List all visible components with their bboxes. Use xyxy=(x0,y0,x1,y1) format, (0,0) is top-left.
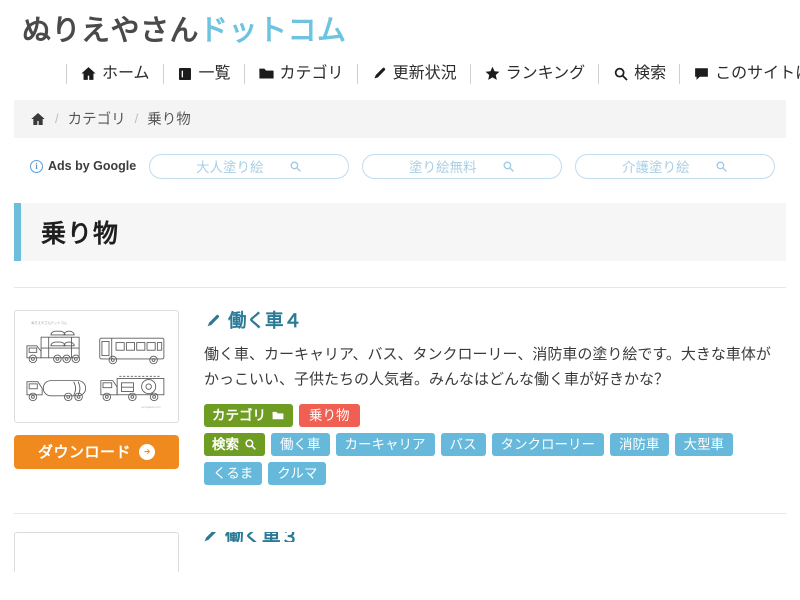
tag-badge[interactable]: 大型車 xyxy=(674,432,733,456)
folder-icon xyxy=(258,65,275,82)
home-icon xyxy=(80,65,97,82)
site-logo-main: ぬりえやさん xyxy=(22,15,200,47)
ad-keyword-text: 大人塗り絵 xyxy=(195,160,264,176)
article-item: ぬりえやさんドットコム nurieyasan.com ダウンロード 働く車４ 働… xyxy=(0,288,800,491)
star-icon xyxy=(484,65,501,82)
article-title[interactable]: 働く車３ xyxy=(201,531,299,542)
nav-item-label: このサイトにつ xyxy=(715,64,800,82)
nav-item-label: カテゴリ xyxy=(279,64,344,82)
pencil-icon xyxy=(201,531,218,542)
breadcrumb: / カテゴリ / 乗り物 xyxy=(14,99,786,138)
info-icon[interactable]: i xyxy=(30,159,43,173)
breadcrumb-item-category[interactable]: カテゴリ xyxy=(68,108,126,129)
article-title-text: 働く車４ xyxy=(228,309,303,331)
nav-item-category[interactable]: カテゴリ xyxy=(243,63,357,84)
site-logo[interactable]: ぬりえやさんドットコム xyxy=(0,15,800,48)
pencil-icon xyxy=(204,313,221,330)
breadcrumb-separator: / xyxy=(134,111,139,127)
article-thumbnail[interactable]: ぬりえやさんドットコム nurieyasan.com xyxy=(14,309,179,423)
nav-item-label: 更新状況 xyxy=(392,64,457,82)
search-badge: 検索 xyxy=(204,432,265,456)
tag-badge[interactable]: カーキャリア xyxy=(335,432,435,456)
category-badge: カテゴリ xyxy=(204,403,293,427)
nav-item-search[interactable]: 検索 xyxy=(598,63,679,84)
category-value-badge[interactable]: 乗り物 xyxy=(299,403,360,427)
pencil-icon xyxy=(371,65,388,82)
tag-badge[interactable]: 消防車 xyxy=(610,432,669,456)
article-thumbnail-column: ぬりえやさんドットコム nurieyasan.com ダウンロード xyxy=(14,309,182,491)
ads-by-google-label[interactable]: i Ads by Google xyxy=(30,159,136,173)
site-header: ぬりえやさんドットコム xyxy=(0,0,800,48)
folder-icon xyxy=(271,409,285,422)
ad-keyword-pill-3[interactable]: 介護塗り絵 xyxy=(575,153,776,179)
list-icon xyxy=(177,65,194,82)
article-title-text: 働く車３ xyxy=(225,532,299,542)
article-title[interactable]: 働く車４ xyxy=(204,309,786,331)
site-logo-sub: ドットコム xyxy=(199,15,347,47)
article-thumbnail[interactable] xyxy=(14,531,179,572)
global-nav: ホーム 一覧 カテゴリ 更新状況 ランキング 検索 このサイトに xyxy=(0,48,800,96)
page-title-bar: 乗り物 xyxy=(14,202,786,261)
tag-badge[interactable]: 働く車 xyxy=(271,432,330,456)
tag-badge[interactable]: くるま xyxy=(204,461,263,485)
tag-badge[interactable]: バス xyxy=(440,432,486,456)
search-icon xyxy=(612,65,629,82)
tag-badge[interactable]: クルマ xyxy=(268,461,327,485)
ads-row: i Ads by Google 大人塗り絵 塗り絵無料 介護塗り絵 xyxy=(0,138,800,179)
breadcrumb-item-current: 乗り物 xyxy=(147,112,191,129)
svg-text:ぬりえやさんドットコム: ぬりえやさんドットコム xyxy=(31,320,67,325)
nav-item-list[interactable]: 一覧 xyxy=(162,63,244,84)
breadcrumb-separator: / xyxy=(55,111,59,127)
ad-keyword-text: 介護塗り絵 xyxy=(621,160,690,176)
search-icon xyxy=(502,160,515,173)
nav-item-ranking[interactable]: ランキング xyxy=(469,63,599,84)
category-badge-row: カテゴリ 乗り物 xyxy=(204,403,786,427)
breadcrumb-home-icon[interactable] xyxy=(30,111,46,127)
ads-label-text: Ads by Google xyxy=(48,159,137,174)
nav-item-label: 検索 xyxy=(634,64,667,82)
article-item-next: 働く車３ xyxy=(0,514,800,572)
tag-badge[interactable]: タンクローリー xyxy=(491,432,604,456)
ad-keyword-pill-2[interactable]: 塗り絵無料 xyxy=(362,153,563,179)
ad-keyword-pill-1[interactable]: 大人塗り絵 xyxy=(149,153,350,179)
nav-item-label: ランキング xyxy=(505,64,586,82)
download-button-label: ダウンロード xyxy=(37,444,131,462)
tag-badge-row: 検索 働く車 カーキャリア バス タンクローリー 消防車 大型車 くるま クルマ xyxy=(204,432,786,485)
search-icon xyxy=(289,160,302,173)
nav-item-updates[interactable]: 更新状況 xyxy=(356,63,470,84)
ad-keyword-text: 塗り絵無料 xyxy=(408,160,477,176)
arrow-right-icon xyxy=(139,443,155,460)
search-icon xyxy=(244,438,257,451)
comment-icon xyxy=(693,65,710,82)
nav-item-label: ホーム xyxy=(102,64,150,82)
search-badge-label: 検索 xyxy=(212,436,239,452)
page-title: 乗り物 xyxy=(41,219,120,248)
article-description: 働く車、カーキャリア、バス、タンクローリー、消防車の塗り絵です。大きな車体がかっ… xyxy=(204,346,771,388)
svg-text:nurieyasan.com: nurieyasan.com xyxy=(141,406,161,409)
category-badge-label: カテゴリ xyxy=(212,407,266,423)
nav-item-about[interactable]: このサイトにつ xyxy=(679,63,800,84)
nav-item-label: 一覧 xyxy=(198,64,231,82)
nav-item-home[interactable]: ホーム xyxy=(66,63,163,84)
article-body-column: 働く車４ 働く車、カーキャリア、バス、タンクローリー、消防車の塗り絵です。大きな… xyxy=(204,310,786,491)
search-icon xyxy=(715,160,728,173)
download-button[interactable]: ダウンロード xyxy=(14,434,179,469)
